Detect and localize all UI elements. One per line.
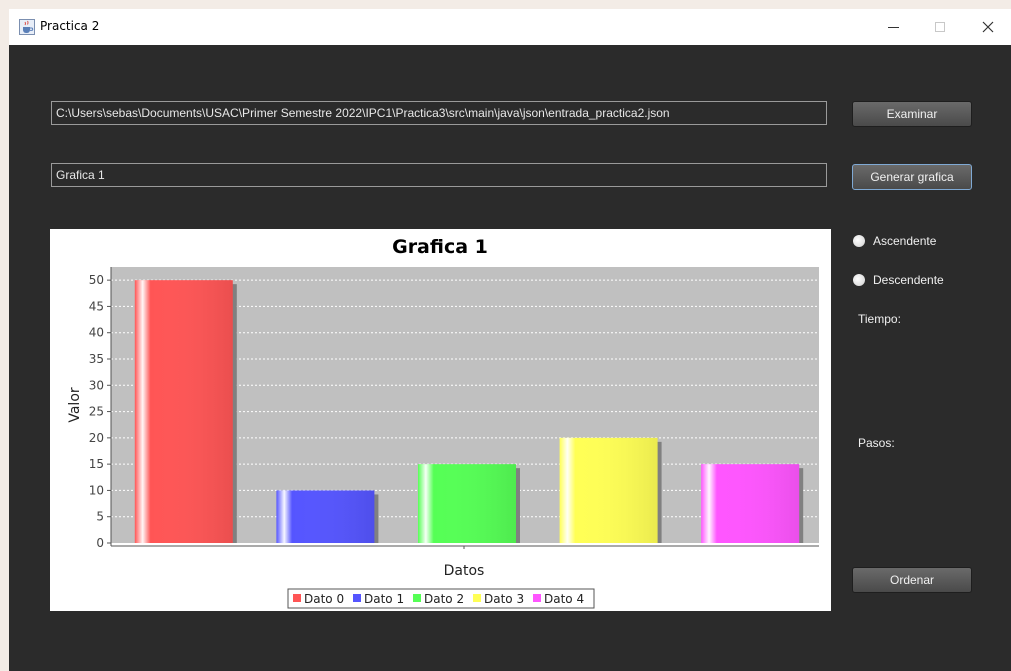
- bar-highlight: [701, 464, 800, 543]
- y-axis-label: Valor: [67, 387, 83, 423]
- bar-chart-panel: Grafica 1 0 5 10 15 20 25 30 35 40 45 50 Datos Val…: [50, 229, 831, 611]
- ordenar-button[interactable]: Ordenar: [852, 567, 972, 593]
- legend-label: Dato 3: [484, 592, 524, 606]
- bar-highlight: [559, 437, 658, 543]
- y-tick-label: 25: [89, 405, 104, 419]
- java-cup-icon: [19, 19, 35, 35]
- examinar-button[interactable]: Examinar: [852, 101, 972, 127]
- bar-highlight: [276, 490, 375, 543]
- radio-circle-icon: [853, 234, 865, 247]
- y-axis: 0 5 10 15 20 25 30 35 40 45 50: [89, 267, 112, 550]
- chart-title: Grafica 1: [392, 236, 488, 258]
- pasos-label: Pasos:: [858, 436, 895, 450]
- legend-swatch: [353, 594, 361, 602]
- y-tick-label: 15: [89, 457, 104, 471]
- descendente-radio[interactable]: Descendente: [853, 271, 944, 287]
- file-path-field[interactable]: C:\Users\sebas\Documents\USAC\Primer Sem…: [51, 101, 827, 125]
- generar-grafica-button[interactable]: Generar grafica: [852, 164, 972, 190]
- y-tick-label: 45: [89, 299, 104, 313]
- legend-swatch: [413, 594, 421, 602]
- y-tick-label: 40: [89, 326, 104, 340]
- ascendente-label: Ascendente: [873, 233, 937, 248]
- maximize-button[interactable]: [917, 9, 963, 45]
- bar-highlight: [418, 464, 516, 543]
- legend-label: Dato 2: [424, 592, 464, 606]
- ascendente-radio[interactable]: Ascendente: [853, 232, 936, 248]
- y-tick-label: 5: [96, 510, 104, 524]
- y-tick-label: 10: [89, 483, 104, 497]
- legend-label: Dato 1: [364, 592, 404, 606]
- tiempo-label: Tiempo:: [858, 312, 901, 326]
- legend-swatch: [293, 594, 301, 602]
- bar-highlight: [134, 280, 233, 543]
- graph-name-field[interactable]: Grafica 1: [51, 163, 827, 187]
- application-window: Practica 2 C:\Users\sebas\Documents\USAC…: [9, 9, 1011, 671]
- radio-circle-icon: [853, 273, 865, 286]
- close-button[interactable]: [965, 9, 1011, 45]
- close-icon: [982, 21, 994, 33]
- descendente-label: Descendente: [873, 272, 944, 287]
- bar-chart: Grafica 1 0 5 10 15 20 25 30 35 40 45 50 Datos Val…: [67, 236, 819, 609]
- y-tick-label: 50: [89, 273, 104, 287]
- legend-label: Dato 4: [544, 592, 584, 606]
- title-bar: Practica 2: [9, 9, 1011, 45]
- minimize-button[interactable]: [871, 9, 917, 45]
- y-tick-label: 0: [96, 536, 104, 550]
- window-title: Practica 2: [40, 19, 100, 33]
- y-tick-label: 30: [89, 378, 104, 392]
- y-tick-label: 20: [89, 431, 104, 445]
- legend-label: Dato 0: [304, 592, 344, 606]
- legend-swatch: [473, 594, 481, 602]
- maximize-icon: [935, 22, 945, 32]
- legend-swatch: [533, 594, 541, 602]
- x-axis-label: Datos: [444, 563, 485, 579]
- y-tick-label: 35: [89, 352, 104, 366]
- minimize-icon: [888, 27, 899, 28]
